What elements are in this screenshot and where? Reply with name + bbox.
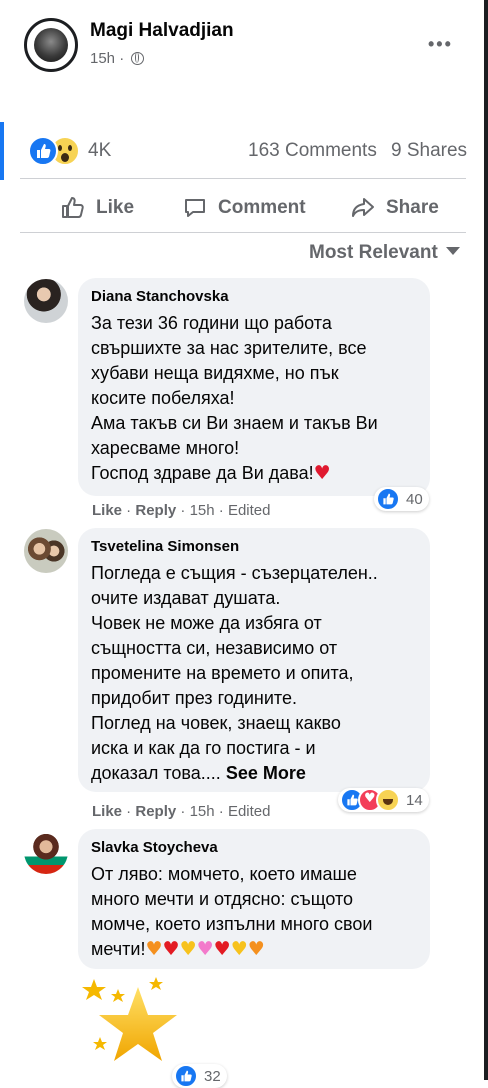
divider xyxy=(20,232,466,233)
star-icon xyxy=(93,1037,107,1050)
comment-reply-link[interactable]: Reply xyxy=(135,803,176,820)
star-icon xyxy=(99,987,177,1061)
thumbs-up-icon xyxy=(62,197,84,218)
caret-down-icon xyxy=(445,247,460,255)
like-reaction-icon xyxy=(174,1064,198,1088)
comment-avatar[interactable] xyxy=(24,529,68,573)
comment-like-link[interactable]: Like xyxy=(92,803,122,820)
post-time[interactable]: 15h xyxy=(90,50,115,67)
post-author-name[interactable]: Magi Halvadjian xyxy=(90,20,234,42)
reaction-count: 40 xyxy=(406,490,423,508)
heart-icon: ♥ xyxy=(145,938,163,960)
post-author-avatar[interactable] xyxy=(24,18,78,72)
comment-bubble: Tsvetelina Simonsen Погледа е същия - съ… xyxy=(78,528,430,792)
heart-icon: ♥ xyxy=(247,938,265,960)
comment-body: Погледа е същия - съзерцателен.. очите и… xyxy=(91,563,378,783)
comment-button[interactable]: Comment xyxy=(182,194,306,222)
left-accent-bar xyxy=(0,122,4,180)
comment-text: Погледа е същия - съзерцателен.. очите и… xyxy=(91,561,421,786)
divider xyxy=(20,178,466,179)
comment-author[interactable]: Slavka Stoycheva xyxy=(91,839,218,856)
stars-sticker xyxy=(82,977,177,1061)
star-icon xyxy=(149,977,163,990)
star-icon xyxy=(82,979,106,1000)
share-icon xyxy=(352,198,374,217)
like-label: Like xyxy=(96,197,135,218)
heart-icon: ♥ xyxy=(213,938,231,960)
reaction-count: 32 xyxy=(204,1067,221,1085)
comment-text: От ляво: момчето, което имаше много мечт… xyxy=(91,862,421,962)
edited-label: Edited xyxy=(227,803,271,820)
comment-reply-link[interactable]: Reply xyxy=(135,502,176,519)
comment-avatar[interactable] xyxy=(24,830,68,874)
sort-label: Most Relevant xyxy=(309,242,438,263)
right-edge-border xyxy=(484,0,488,1080)
haha-reaction-icon xyxy=(376,788,400,812)
comment-label: Comment xyxy=(218,197,306,218)
reaction-count[interactable]: 4K xyxy=(88,140,111,162)
heart-icon: ♥ xyxy=(230,938,248,960)
comment-avatar[interactable] xyxy=(24,279,68,323)
comment-time[interactable]: 15h xyxy=(190,502,215,519)
comment-bubble: Slavka Stoycheva От ляво: момчето, което… xyxy=(78,829,430,969)
post-meta: 15h · xyxy=(90,50,145,67)
comment-sort-dropdown[interactable]: Most Relevant xyxy=(309,242,460,264)
comment-author[interactable]: Tsvetelina Simonsen xyxy=(91,538,239,555)
comment-author[interactable]: Diana Stanchovska xyxy=(91,288,229,305)
like-reaction-icon xyxy=(28,136,58,166)
like-reaction-icon xyxy=(376,487,400,511)
share-label: Share xyxy=(386,197,439,218)
heart-icon: ♥ xyxy=(162,938,180,960)
see-more-link[interactable]: See More xyxy=(226,763,306,783)
comment-meta: Like · Reply · 15h · Edited xyxy=(92,502,271,519)
edited-label: Edited xyxy=(227,502,271,519)
comment-time[interactable]: 15h xyxy=(190,803,215,820)
comment-like-link[interactable]: Like xyxy=(92,502,122,519)
comment-meta: Like · Reply · 15h · Edited xyxy=(92,803,271,820)
comments-count[interactable]: 163 Comments xyxy=(248,140,377,162)
heart-icon: ♥ xyxy=(179,938,197,960)
comment-reactions[interactable]: 40 xyxy=(374,487,429,511)
star-icon xyxy=(111,989,125,1002)
avatar-photo xyxy=(34,28,68,62)
like-button[interactable]: Like xyxy=(60,194,134,222)
heart-icon: ♥ xyxy=(196,938,214,960)
comment-icon xyxy=(185,199,205,217)
globe-icon xyxy=(131,52,145,65)
red-heart-icon: ♥ xyxy=(313,462,331,484)
comment-reactions[interactable]: 14 xyxy=(338,788,429,812)
comment-body: За тези 36 години що работа свършихте за… xyxy=(91,313,378,483)
shares-count[interactable]: 9 Shares xyxy=(391,140,467,162)
comment-text: За тези 36 години що работа свършихте за… xyxy=(91,311,421,486)
reaction-count: 14 xyxy=(406,791,423,809)
meta-separator: · xyxy=(119,50,125,67)
share-button[interactable]: Share xyxy=(350,194,439,222)
more-options-icon[interactable]: ••• xyxy=(428,34,453,55)
comment-reactions[interactable]: 32 xyxy=(172,1064,227,1088)
comment-bubble: Diana Stanchovska За тези 36 години що р… xyxy=(78,278,430,496)
